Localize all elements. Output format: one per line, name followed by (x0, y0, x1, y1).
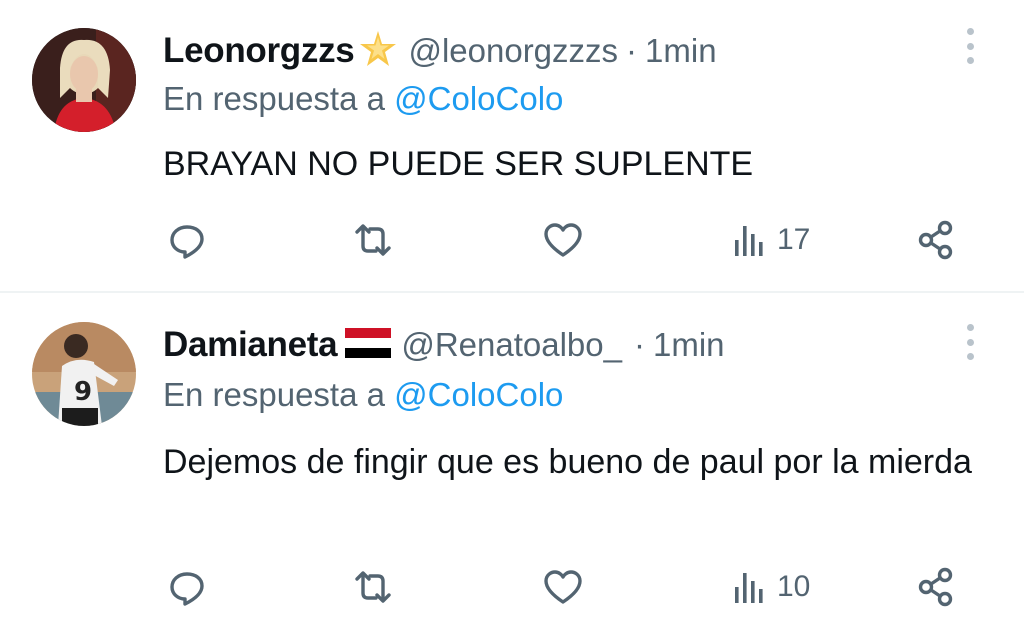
like-button[interactable] (541, 565, 585, 609)
more-options-icon[interactable] (955, 28, 985, 64)
separator-dot: · (626, 32, 638, 69)
retweet-icon (355, 224, 391, 256)
reply-prefix: En respuesta a (163, 376, 385, 413)
views-button[interactable]: 17 (729, 218, 810, 262)
reply-target-link[interactable]: @ColoColo (394, 80, 563, 117)
avatar-image (32, 28, 136, 132)
timestamp[interactable]: 1min (645, 32, 717, 70)
retweet-button[interactable] (351, 565, 395, 609)
like-icon (544, 223, 582, 257)
user-handle[interactable]: @Renatoalbo_ (401, 326, 622, 364)
action-bar: 17 (163, 218, 963, 262)
tweet-text: Dejemos de fingir que es bueno de paul p… (163, 443, 972, 481)
share-icon (918, 220, 953, 260)
timestamp[interactable]: 1min (653, 326, 725, 364)
retweet-icon (355, 571, 391, 603)
tweet-text: BRAYAN NO PUEDE SER SUPLENTE (163, 145, 754, 183)
reply-context: En respuesta a @ColoColo (163, 376, 563, 414)
sparkle-star-icon (358, 29, 398, 74)
user-handle[interactable]: @leonorgzzzs (408, 32, 618, 70)
share-button[interactable] (915, 218, 959, 262)
reply-prefix: En respuesta a (163, 80, 385, 117)
avatar[interactable]: 9 (32, 322, 136, 426)
view-count: 17 (777, 223, 811, 256)
avatar-image: 9 (32, 322, 136, 426)
more-options-icon[interactable] (955, 324, 985, 360)
reply-icon (170, 225, 204, 259)
reply-context: En respuesta a @ColoColo (163, 80, 563, 118)
view-count: 10 (777, 570, 811, 603)
views-icon (735, 573, 763, 603)
action-bar: 10 (163, 565, 963, 609)
like-button[interactable] (541, 218, 585, 262)
separator-dot: · (633, 326, 645, 363)
tweet-header: Leonorgzzs @leonorgzzzs · 1min (163, 26, 717, 76)
avatar[interactable] (32, 28, 136, 132)
display-name[interactable]: Leonorgzzs (163, 31, 355, 71)
views-button[interactable]: 10 (729, 565, 810, 609)
tweet[interactable]: 9 Damianeta @Renatoalbo_ · 1min En respu… (0, 292, 1024, 639)
share-button[interactable] (915, 565, 959, 609)
yemen-flag-icon (345, 326, 392, 365)
retweet-button[interactable] (351, 218, 395, 262)
tweet-header: Damianeta @Renatoalbo_ · 1min (163, 320, 725, 370)
like-icon (544, 570, 582, 604)
tweet[interactable]: Leonorgzzs @leonorgzzzs · 1min En respue… (0, 0, 1024, 292)
svg-text:9: 9 (74, 377, 92, 407)
reply-icon (170, 572, 204, 606)
views-icon (735, 226, 763, 256)
share-icon (918, 567, 953, 607)
display-name[interactable]: Damianeta (163, 325, 338, 365)
reply-button[interactable] (165, 218, 209, 262)
reply-target-link[interactable]: @ColoColo (394, 376, 563, 413)
reply-button[interactable] (165, 565, 209, 609)
